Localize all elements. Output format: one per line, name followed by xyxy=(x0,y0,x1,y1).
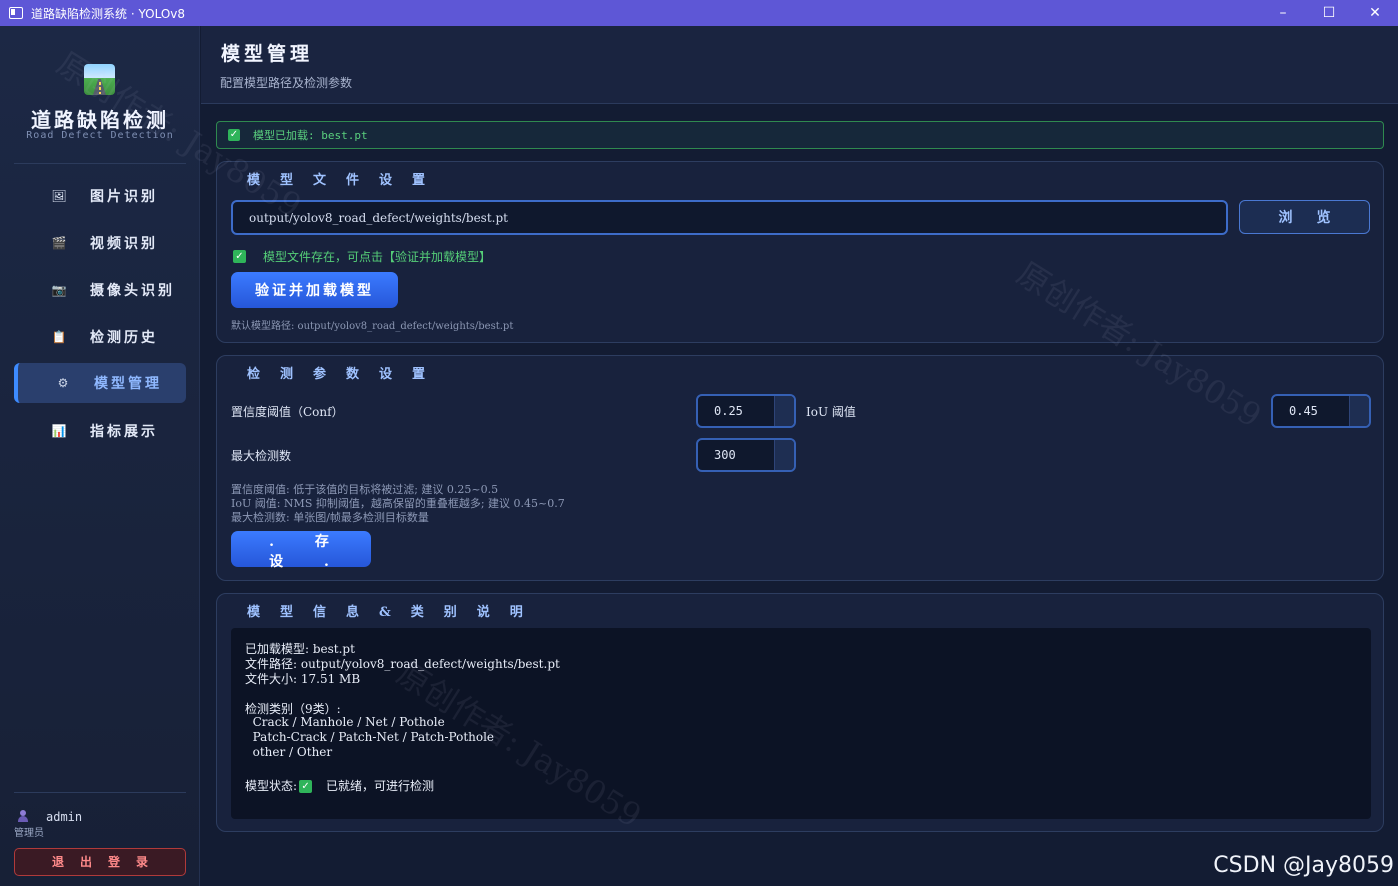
default-path-hint: 默认模型路径: output/yolov8_road_defect/weight… xyxy=(231,321,514,332)
model-state-line: 模型状态: ✓ 已就绪，可进行检测 xyxy=(245,777,434,794)
maximize-button[interactable]: ☐ xyxy=(1306,0,1352,26)
info-line: Crack / Manhole / Net / Pothole xyxy=(245,715,445,729)
app-title: 道路缺陷检测 xyxy=(31,108,169,132)
page-subtitle: 配置模型路径及检测参数 xyxy=(220,76,353,90)
check-icon: ✓ xyxy=(228,129,240,141)
road-logo-icon xyxy=(84,64,115,95)
check-icon: ✓ xyxy=(299,780,313,793)
card-title: 检测参数设置 xyxy=(247,367,446,382)
sidebar-item-metrics[interactable]: 📊 指标展示 xyxy=(14,411,186,451)
conf-label: 置信度阈值（Conf） xyxy=(231,405,344,419)
model-path-input[interactable] xyxy=(231,200,1228,235)
spin-arrows[interactable] xyxy=(774,396,794,426)
sidebar-item-label: 图片识别 xyxy=(90,189,158,205)
image-icon: 🖼 xyxy=(51,189,67,203)
history-icon: 📋 xyxy=(51,330,67,344)
model-state-label: 模型状态: xyxy=(245,779,298,793)
check-icon: ✓ xyxy=(233,250,246,263)
status-text: 模型已加载: best.pt xyxy=(253,129,368,142)
app-window-icon xyxy=(9,7,23,19)
sidebar-item-label: 模型管理 xyxy=(94,376,162,392)
card-title: 模型信息&类别说明 xyxy=(247,605,543,620)
card-title: 模型文件设置 xyxy=(247,173,446,188)
window-title: 道路缺陷检测系统 · YOLOv8 xyxy=(31,6,186,21)
model-state-text: 已就绪，可进行检测 xyxy=(326,779,435,793)
minimize-button[interactable]: – xyxy=(1260,0,1306,26)
save-settings-button[interactable]: . 存 设 . xyxy=(231,531,371,570)
max-det-label: 最大检测数 xyxy=(231,449,292,463)
sidebar-item-label: 检测历史 xyxy=(90,330,158,346)
page-header: 模型管理 配置模型路径及检测参数 xyxy=(201,26,1398,104)
model-exists-text: 模型文件存在，可点击【验证并加载模型】 xyxy=(263,250,492,264)
user-role: 管理员 xyxy=(14,828,44,839)
sidebar-item-model-management[interactable]: ⚙ 模型管理 xyxy=(14,363,186,403)
sidebar-divider xyxy=(14,163,186,164)
model-loaded-banner: ✓ 模型已加载: best.pt xyxy=(216,121,1384,149)
verify-load-model-button[interactable]: 验证并加载模型 xyxy=(231,272,398,308)
conf-value: 0.25 xyxy=(714,404,743,418)
sidebar-divider xyxy=(14,792,186,793)
iou-value: 0.45 xyxy=(1289,404,1318,418)
max-det-spinbox[interactable]: 300 xyxy=(696,438,796,472)
sidebar-item-image-recognition[interactable]: 🖼 图片识别 xyxy=(14,176,186,216)
sidebar-item-detection-history[interactable]: 📋 检测历史 xyxy=(14,317,186,357)
sidebar-item-camera-recognition[interactable]: 📷 摄像头识别 xyxy=(14,270,186,310)
window-titlebar: 道路缺陷检测系统 · YOLOv8 – ☐ ✕ xyxy=(0,0,1398,26)
chart-icon: 📊 xyxy=(51,424,67,438)
param-hint-line: 最大检测数: 单张图/帧最多检测目标数量 xyxy=(231,511,429,524)
sidebar: 道路缺陷检测 Road Defect Detection 🖼 图片识别 🎬 视频… xyxy=(0,26,200,886)
iou-spinbox[interactable]: 0.45 xyxy=(1271,394,1371,428)
sidebar-item-video-recognition[interactable]: 🎬 视频识别 xyxy=(14,223,186,263)
detection-params-card: 检测参数设置 置信度阈值（Conf） 0.25 IoU 阈值 0.45 最大检测… xyxy=(216,355,1384,581)
sidebar-item-label: 摄像头识别 xyxy=(90,283,175,299)
model-info-card: 模型信息&类别说明 已加载模型: best.pt 文件路径: output/yo… xyxy=(216,593,1384,832)
page-title: 模型管理 xyxy=(221,43,314,65)
model-exists-row: ✓ 模型文件存在，可点击【验证并加载模型】 xyxy=(233,248,491,265)
model-file-card: 模型文件设置 浏览 ✓ 模型文件存在，可点击【验证并加载模型】 验证并加载模型 … xyxy=(216,161,1384,343)
spin-arrows[interactable] xyxy=(774,440,794,470)
browse-button[interactable]: 浏览 xyxy=(1239,200,1370,234)
info-line: Patch-Crack / Patch-Net / Patch-Pothole xyxy=(245,730,495,744)
camera-icon: 📷 xyxy=(51,283,67,297)
close-button[interactable]: ✕ xyxy=(1352,0,1398,26)
window-controls: – ☐ ✕ xyxy=(1260,0,1398,26)
user-name: admin xyxy=(46,810,83,824)
video-icon: 🎬 xyxy=(51,236,67,250)
logout-button[interactable]: 退出登录 xyxy=(14,848,186,876)
user-icon xyxy=(17,810,29,822)
sidebar-item-label: 视频识别 xyxy=(90,236,158,252)
csdn-watermark: CSDN @Jay8059 xyxy=(1213,853,1394,878)
info-line: 文件大小: 17.51 MB xyxy=(245,672,361,686)
iou-label: IoU 阈值 xyxy=(806,405,856,419)
info-line: other / Other xyxy=(245,745,333,759)
spin-arrows[interactable] xyxy=(1349,396,1369,426)
sidebar-item-label: 指标展示 xyxy=(90,424,158,440)
conf-spinbox[interactable]: 0.25 xyxy=(696,394,796,428)
app-subtitle: Road Defect Detection xyxy=(26,130,174,141)
model-info-box: 已加载模型: best.pt 文件路径: output/yolov8_road_… xyxy=(231,628,1371,819)
gear-icon: ⚙ xyxy=(57,376,69,390)
max-det-value: 300 xyxy=(714,448,736,462)
